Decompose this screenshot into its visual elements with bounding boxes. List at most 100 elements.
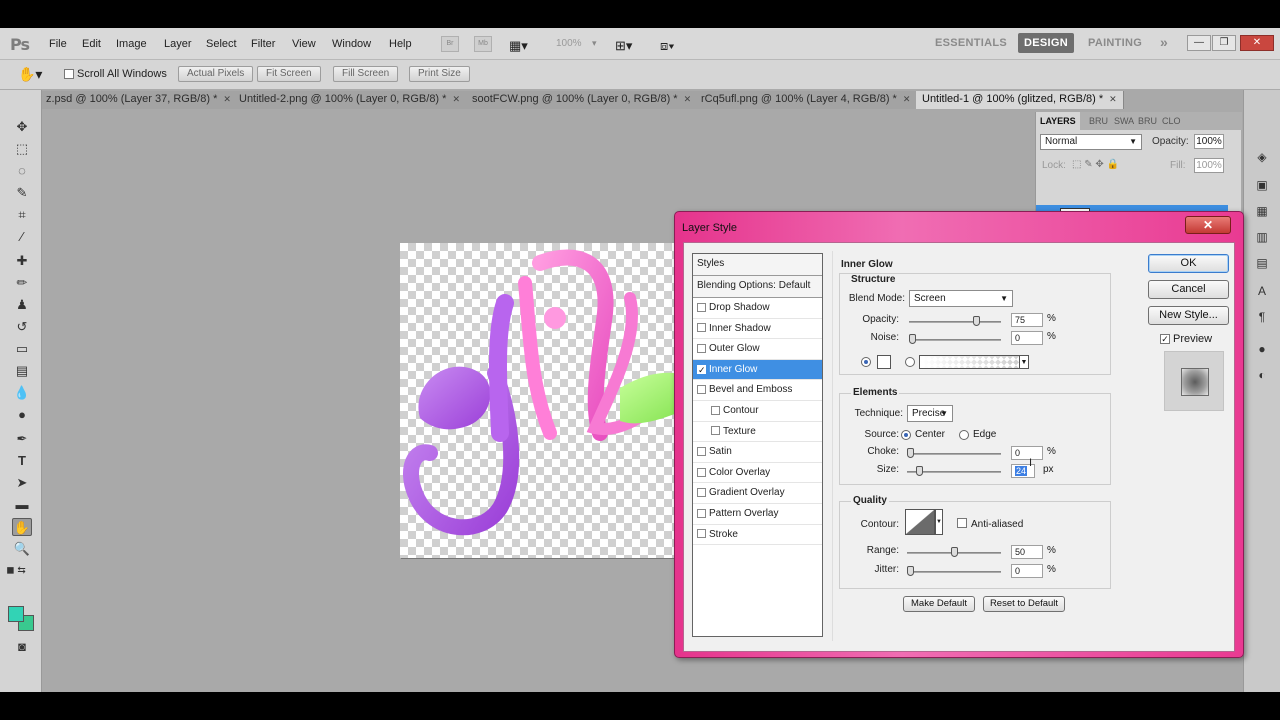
style-item-bevel-and-emboss[interactable]: Bevel and Emboss <box>693 380 822 401</box>
quick-select-tool-icon[interactable]: ✎ <box>12 184 32 202</box>
type-tool-icon[interactable]: T <box>12 452 32 470</box>
close-icon[interactable]: ✕ <box>452 94 460 104</box>
new-style-button[interactable]: New Style... <box>1148 306 1229 325</box>
dialog-close-button[interactable]: ✕ <box>1185 216 1231 234</box>
zoom-tool-icon[interactable]: 🔍 <box>12 540 32 558</box>
menu-file[interactable]: File <box>49 38 67 50</box>
size-slider-knob[interactable] <box>916 466 923 476</box>
contour-swatch[interactable] <box>905 509 935 535</box>
opacity-slider[interactable] <box>909 316 1001 326</box>
range-slider-knob[interactable] <box>951 547 958 557</box>
style-item-inner-shadow[interactable]: Inner Shadow <box>693 319 822 340</box>
style-item-inner-glow[interactable]: ✓ Inner Glow <box>693 359 822 381</box>
tab-z-psd[interactable]: z.psd @ 100% (Layer 37, RGB/8) * ✕ <box>40 91 238 109</box>
reset-to-default-button[interactable]: Reset to Default <box>983 596 1065 612</box>
checkbox-icon[interactable] <box>697 508 706 518</box>
jitter-slider[interactable] <box>907 566 1001 576</box>
bridge-icon[interactable]: Br <box>441 36 459 52</box>
eraser-tool-icon[interactable]: ▭ <box>12 340 32 358</box>
opacity-slider-knob[interactable] <box>973 316 980 326</box>
tab-brush-presets[interactable]: BRU <box>1134 112 1161 130</box>
anti-aliased-checkbox[interactable] <box>957 518 967 528</box>
menu-image[interactable]: Image <box>116 38 147 50</box>
path-select-tool-icon[interactable]: ➤ <box>12 474 32 492</box>
close-button[interactable]: ✕ <box>1240 35 1274 51</box>
checkbox-icon[interactable] <box>697 302 706 312</box>
checkbox-icon[interactable] <box>697 529 706 539</box>
minimize-button[interactable]: — <box>1187 35 1211 51</box>
gradient-tool-icon[interactable]: ▤ <box>12 362 32 380</box>
style-item-outer-glow[interactable]: Outer Glow <box>693 339 822 360</box>
checkbox-icon[interactable] <box>697 488 706 498</box>
fit-screen-button[interactable]: Fit Screen <box>257 66 321 82</box>
checkbox-icon[interactable] <box>697 323 706 333</box>
menu-filter[interactable]: Filter <box>251 38 275 50</box>
tab-rcq5ufl[interactable]: rCq5ufl.png @ 100% (Layer 4, RGB/8) * ✕ <box>695 91 918 109</box>
style-item-gradient-overlay[interactable]: Gradient Overlay <box>693 483 822 504</box>
crop-tool-icon[interactable]: ⌗ <box>12 206 32 224</box>
gradient-radio[interactable] <box>905 357 915 367</box>
tab-brushes[interactable]: BRU <box>1085 112 1112 130</box>
jitter-slider-knob[interactable] <box>907 566 914 576</box>
range-slider[interactable] <box>907 547 1001 557</box>
opacity-field[interactable]: 75 <box>1011 313 1043 327</box>
zoom-level[interactable]: 100% <box>556 38 582 49</box>
noise-field[interactable]: 0 <box>1011 331 1043 345</box>
range-field[interactable]: 50 <box>1011 545 1043 559</box>
style-item-satin[interactable]: Satin <box>693 442 822 463</box>
more-workspaces-icon[interactable]: » <box>1160 34 1168 50</box>
menu-layer[interactable]: Layer <box>164 38 192 50</box>
blur-tool-icon[interactable]: 💧 <box>12 384 32 402</box>
clone-stamp-tool-icon[interactable]: ♟ <box>12 296 32 314</box>
style-item-color-overlay[interactable]: Color Overlay <box>693 463 822 484</box>
close-icon[interactable]: ✕ <box>684 94 692 104</box>
marquee-tool-icon[interactable]: ⬚ <box>12 140 32 158</box>
close-icon[interactable]: ✕ <box>1109 94 1117 104</box>
checkbox-icon[interactable] <box>697 447 706 457</box>
blending-options-item[interactable]: Blending Options: Default <box>693 276 822 298</box>
glow-gradient-swatch[interactable] <box>919 355 1027 369</box>
workspace-essentials[interactable]: ESSENTIALS <box>935 37 1007 49</box>
menu-window[interactable]: Window <box>332 38 371 50</box>
style-item-stroke[interactable]: Stroke <box>693 525 822 546</box>
styles-panel-icon[interactable]: ● <box>1252 340 1272 358</box>
solid-color-radio[interactable] <box>861 357 871 367</box>
noise-slider[interactable] <box>909 334 1001 344</box>
history-panel-icon[interactable]: ▥ <box>1252 228 1272 246</box>
checkbox-icon[interactable] <box>697 344 706 354</box>
adjustments-panel-icon[interactable]: ◐ <box>1252 366 1272 384</box>
checkbox-checked-icon[interactable]: ✓ <box>697 364 706 374</box>
choke-slider[interactable] <box>907 448 1001 458</box>
ok-button[interactable]: OK <box>1148 254 1229 273</box>
view-extras-icon[interactable]: ▦▾ <box>509 38 528 54</box>
choke-slider-knob[interactable] <box>907 448 914 458</box>
layer-blend-mode-select[interactable]: Normal ▼ <box>1040 134 1142 150</box>
eyedropper-tool-icon[interactable]: ⁄ <box>12 228 32 246</box>
pen-tool-icon[interactable]: ✒ <box>12 430 32 448</box>
menu-view[interactable]: View <box>292 38 316 50</box>
paragraph-panel-icon[interactable]: ¶ <box>1252 308 1272 326</box>
menu-edit[interactable]: Edit <box>82 38 101 50</box>
checkbox-icon[interactable] <box>697 467 706 477</box>
healing-brush-tool-icon[interactable]: ✚ <box>12 252 32 270</box>
workspace-design[interactable]: DESIGN <box>1018 33 1074 53</box>
checkbox-icon[interactable] <box>711 405 720 415</box>
actual-pixels-button[interactable]: Actual Pixels <box>178 66 254 82</box>
restore-button[interactable]: ❐ <box>1212 35 1236 51</box>
mini-bridge-icon[interactable]: Mb <box>474 36 492 52</box>
screen-mode-icon[interactable]: ⧈▾ <box>660 38 675 54</box>
default-colors-icon[interactable]: ◼ ⇆ <box>6 562 26 580</box>
size-slider[interactable] <box>907 466 1001 476</box>
tab-untitled-1[interactable]: Untitled-1 @ 100% (glitzed, RGB/8) * ✕ <box>916 91 1124 109</box>
scroll-all-windows-checkbox[interactable]: Scroll All Windows <box>64 68 167 80</box>
hand-tool-icon[interactable]: ✋ <box>12 518 32 536</box>
close-icon[interactable]: ✕ <box>903 94 911 104</box>
character-panel-icon[interactable]: A <box>1252 282 1272 300</box>
print-size-button[interactable]: Print Size <box>409 66 470 82</box>
jitter-field[interactable]: 0 <box>1011 564 1043 578</box>
zoom-chevron-icon[interactable]: ▾ <box>592 38 597 49</box>
source-center-radio[interactable] <box>901 430 911 440</box>
style-item-drop-shadow[interactable]: Drop Shadow <box>693 298 822 319</box>
chevron-down-icon[interactable]: ▼ <box>935 509 943 535</box>
arrange-documents-icon[interactable]: ⊞▾ <box>615 38 632 54</box>
